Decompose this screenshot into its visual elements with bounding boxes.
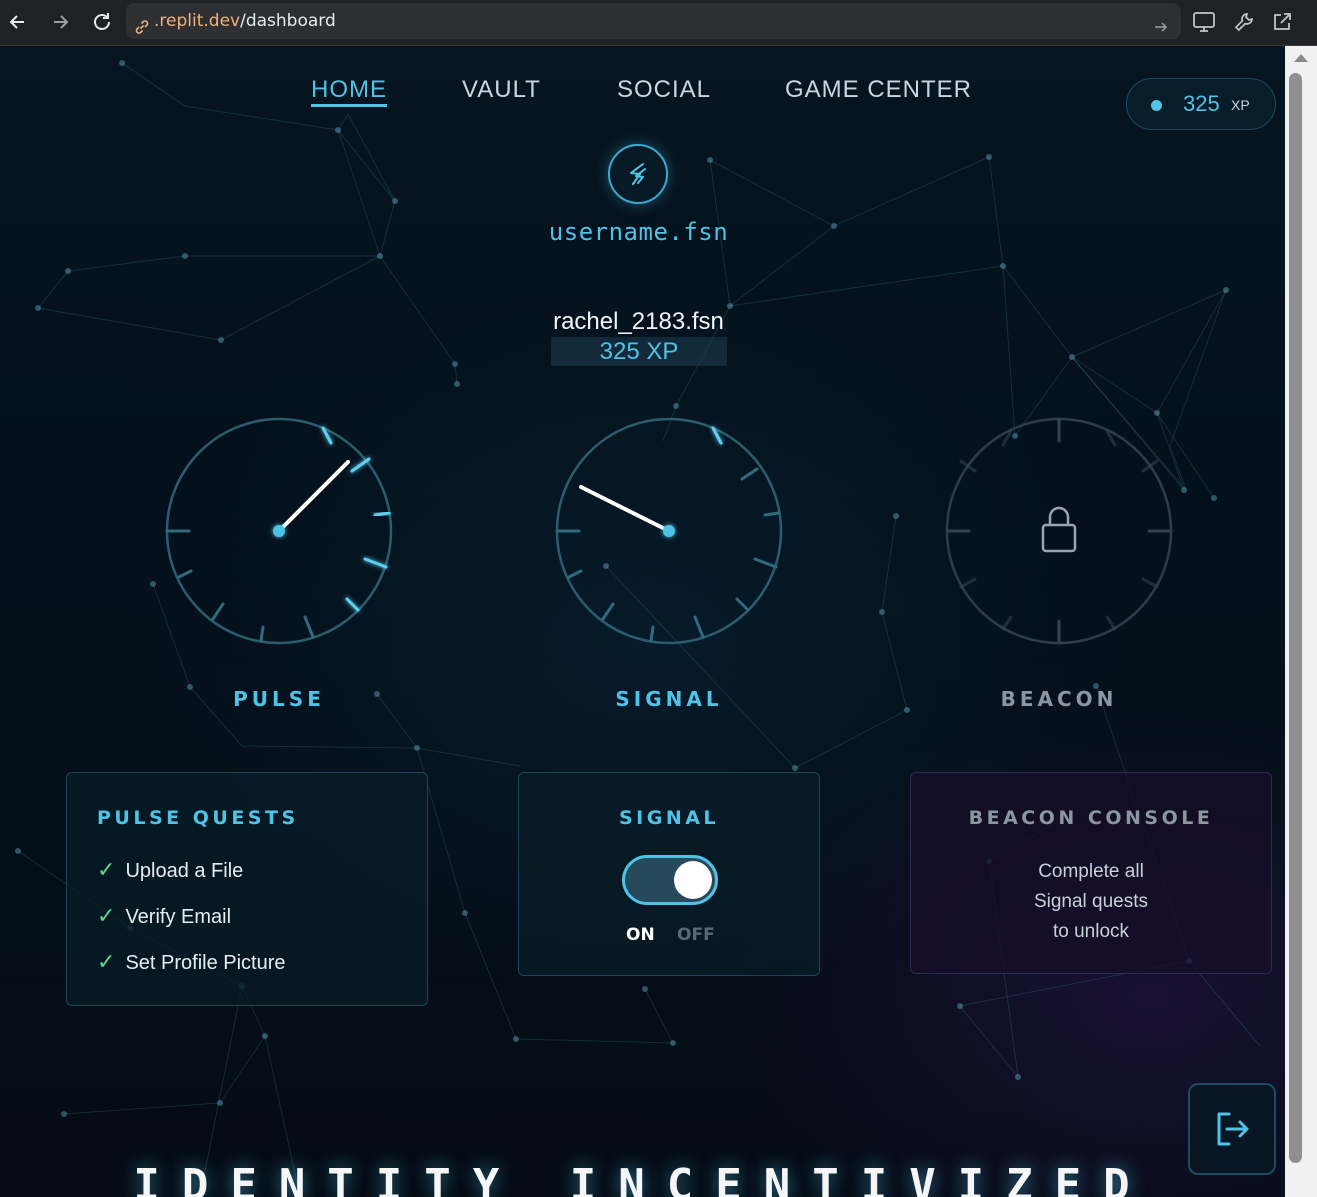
wrench-icon[interactable]: [1230, 8, 1258, 36]
page-scrollbar[interactable]: [1285, 46, 1317, 1197]
lock-icon: [1041, 506, 1077, 553]
back-icon[interactable]: [4, 8, 32, 36]
cast-icon[interactable]: [1190, 8, 1218, 36]
pulse-quests-title: PULSE QUESTS: [97, 807, 299, 829]
message-line: to unlock: [1052, 921, 1130, 942]
check-icon: ✓: [97, 903, 116, 928]
address-bar[interactable]: .replit.dev/dashboard: [126, 3, 1181, 39]
link-icon: [134, 12, 150, 48]
footer-tagline: IDENTITY INCENTIVIZED: [133, 1160, 1152, 1197]
signal-card: SIGNAL ON OFF: [518, 772, 820, 976]
browser-toolbar: .replit.dev/dashboard: [0, 0, 1317, 46]
forward-icon[interactable]: [46, 8, 74, 36]
toggle-off-label[interactable]: OFF: [677, 925, 715, 945]
signal-label: SIGNAL: [615, 687, 723, 711]
gauges: [165, 417, 1173, 645]
logout-icon: [1217, 1112, 1249, 1146]
quest-item[interactable]: ✓ Set Profile Picture: [97, 949, 286, 975]
url-text: .replit.dev/dashboard: [154, 11, 336, 31]
quest-item[interactable]: ✓ Verify Email: [97, 903, 231, 929]
check-icon: ✓: [97, 949, 116, 974]
open-external-icon[interactable]: [1268, 8, 1296, 36]
scroll-up-icon[interactable]: [1294, 54, 1308, 62]
beacon-label: BEACON: [1000, 687, 1118, 711]
check-icon: ✓: [97, 857, 116, 882]
pulse-gauge: [165, 417, 393, 645]
reload-icon[interactable]: [88, 8, 116, 36]
dashboard-page: HOME VAULT SOCIAL GAME CENTER 325 XP use…: [0, 46, 1285, 1197]
beacon-gauge: [945, 417, 1173, 645]
message-line: Signal quests: [1033, 891, 1149, 912]
signal-gauge: [555, 417, 783, 645]
quest-label: Verify Email: [125, 906, 232, 928]
pulse-label: PULSE: [233, 687, 325, 711]
pulse-quests-card: PULSE QUESTS ✓ Upload a File ✓ Verify Emai…: [66, 772, 428, 1006]
signal-card-title: SIGNAL: [618, 807, 720, 829]
quest-item[interactable]: ✓ Upload a File: [97, 857, 243, 883]
toggle-knob: [674, 861, 712, 899]
signal-toggle[interactable]: [622, 855, 718, 905]
beacon-console-card: BEACON CONSOLE Complete all Signal quest…: [910, 772, 1272, 974]
message-line: Complete all: [1038, 861, 1144, 882]
toggle-on-label[interactable]: ON: [626, 925, 655, 945]
quest-label: Set Profile Picture: [125, 952, 286, 974]
scrollbar-thumb[interactable]: [1289, 73, 1302, 1163]
go-arrow-icon[interactable]: [1153, 12, 1169, 48]
quest-label: Upload a File: [125, 860, 244, 882]
beacon-console-title: BEACON CONSOLE: [968, 807, 1214, 829]
beacon-unlock-message: Complete all Signal quests to unlock: [911, 857, 1271, 947]
